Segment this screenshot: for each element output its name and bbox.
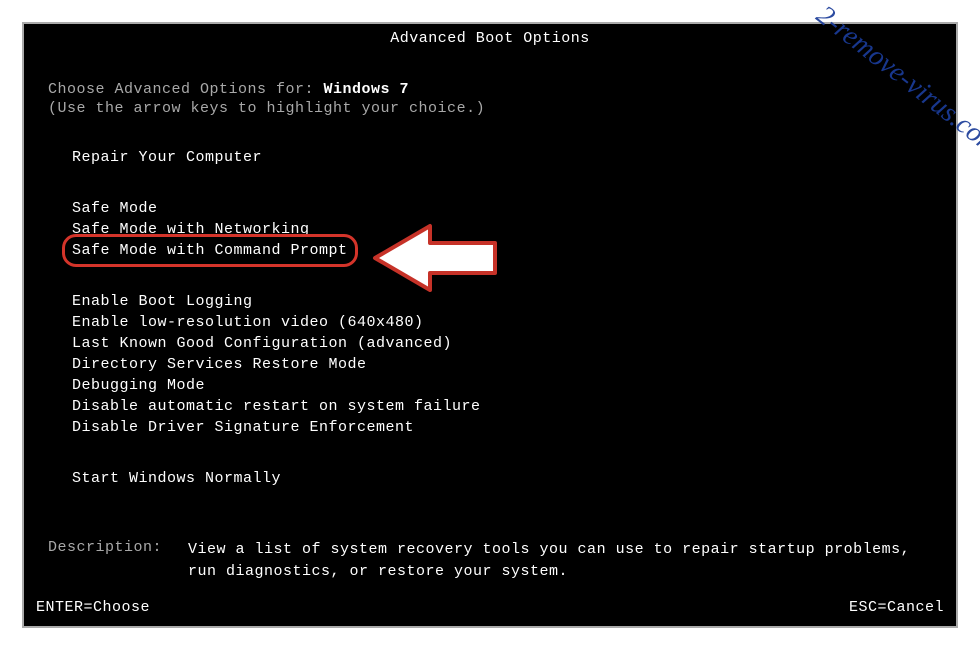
footer-esc: ESC=Cancel — [849, 599, 944, 616]
menu-group-advanced: Enable Boot Logging Enable low-resolutio… — [48, 291, 932, 438]
choose-prefix: Choose Advanced Options for: — [48, 81, 324, 98]
menu-item-safe-mode-networking[interactable]: Safe Mode with Networking — [72, 219, 932, 240]
menu-item-safe-mode[interactable]: Safe Mode — [72, 198, 932, 219]
menu-item-disable-driver-sig[interactable]: Disable Driver Signature Enforcement — [72, 417, 932, 438]
menu-item-last-known-good[interactable]: Last Known Good Configuration (advanced) — [72, 333, 932, 354]
footer-enter: ENTER=Choose — [36, 599, 150, 616]
content-area: Choose Advanced Options for: Windows 7 (… — [24, 51, 956, 583]
menu-item-disable-auto-restart[interactable]: Disable automatic restart on system fail… — [72, 396, 932, 417]
menu-group-safemode: Safe Mode Safe Mode with Networking Safe… — [48, 198, 932, 261]
boot-options-screen: Advanced Boot Options Choose Advanced Op… — [22, 22, 958, 628]
description-text: View a list of system recovery tools you… — [188, 539, 932, 583]
description-block: Description: View a list of system recov… — [48, 539, 932, 583]
menu-item-repair[interactable]: Repair Your Computer — [72, 147, 932, 168]
menu-item-ds-restore[interactable]: Directory Services Restore Mode — [72, 354, 932, 375]
menu-item-low-res[interactable]: Enable low-resolution video (640x480) — [72, 312, 932, 333]
choose-line: Choose Advanced Options for: Windows 7 — [48, 81, 932, 98]
menu-item-boot-logging[interactable]: Enable Boot Logging — [72, 291, 932, 312]
description-label: Description: — [48, 539, 188, 583]
menu-item-safe-mode-cmd[interactable]: Safe Mode with Command Prompt — [72, 240, 348, 261]
menu-item-debugging[interactable]: Debugging Mode — [72, 375, 932, 396]
menu-group-repair: Repair Your Computer — [48, 147, 932, 168]
menu-group-start-normal: Start Windows Normally — [48, 468, 932, 489]
footer-bar: ENTER=Choose ESC=Cancel — [36, 599, 944, 616]
os-name: Windows 7 — [324, 81, 410, 98]
hint-text: (Use the arrow keys to highlight your ch… — [48, 100, 932, 117]
menu-item-highlight-wrap: Safe Mode with Command Prompt — [72, 240, 348, 261]
menu-item-start-normally[interactable]: Start Windows Normally — [72, 468, 932, 489]
